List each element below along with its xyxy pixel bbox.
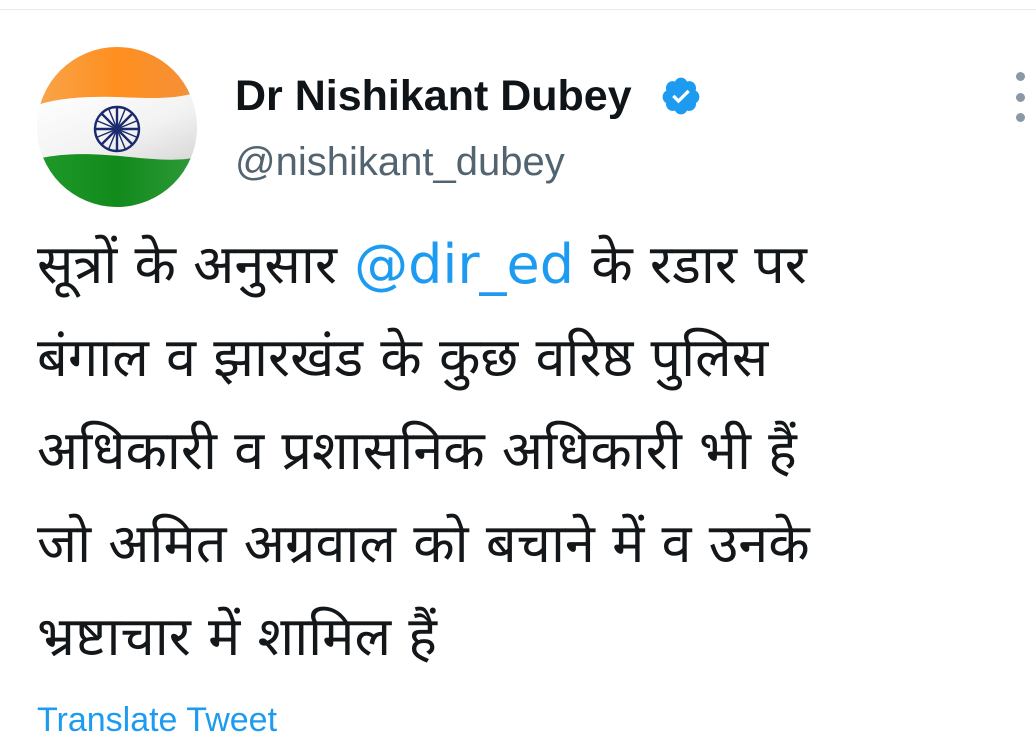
mention-link[interactable]: @dir_ed: [354, 233, 574, 296]
tweet-line: सूत्रों के अनुसार @dir_ed के रडार पर: [37, 218, 997, 311]
more-options-icon[interactable]: [1008, 72, 1032, 122]
more-dot: [1015, 92, 1025, 102]
tweet-line: बंगाल व झारखंड के कुछ वरिष्ठ पुलिस: [37, 326, 769, 389]
verified-badge-icon: [662, 77, 700, 115]
tweet-text-segment: के रडार पर: [574, 233, 807, 296]
more-dot: [1015, 113, 1025, 122]
more-dot: [1015, 72, 1025, 81]
tweet-text: सूत्रों के अनुसार @dir_ed के रडार पर बंग…: [37, 218, 997, 683]
tweet-line: जो अमित अग्रवाल को बचाने में व उनके: [37, 512, 810, 575]
translate-tweet-link[interactable]: Translate Tweet: [37, 700, 277, 740]
avatar[interactable]: [37, 47, 197, 207]
author-display-name[interactable]: Dr Nishikant Dubey: [235, 70, 632, 122]
top-divider: [0, 9, 1036, 10]
indian-flag-icon: [37, 47, 197, 207]
author-handle[interactable]: @nishikant_dubey: [235, 138, 565, 186]
tweet-line: भ्रष्टाचार में शामिल हैं: [37, 605, 437, 668]
tweet-line: अधिकारी व प्रशासनिक अधिकारी भी हैं: [37, 419, 797, 482]
tweet-text-segment: सूत्रों के अनुसार: [37, 233, 355, 296]
